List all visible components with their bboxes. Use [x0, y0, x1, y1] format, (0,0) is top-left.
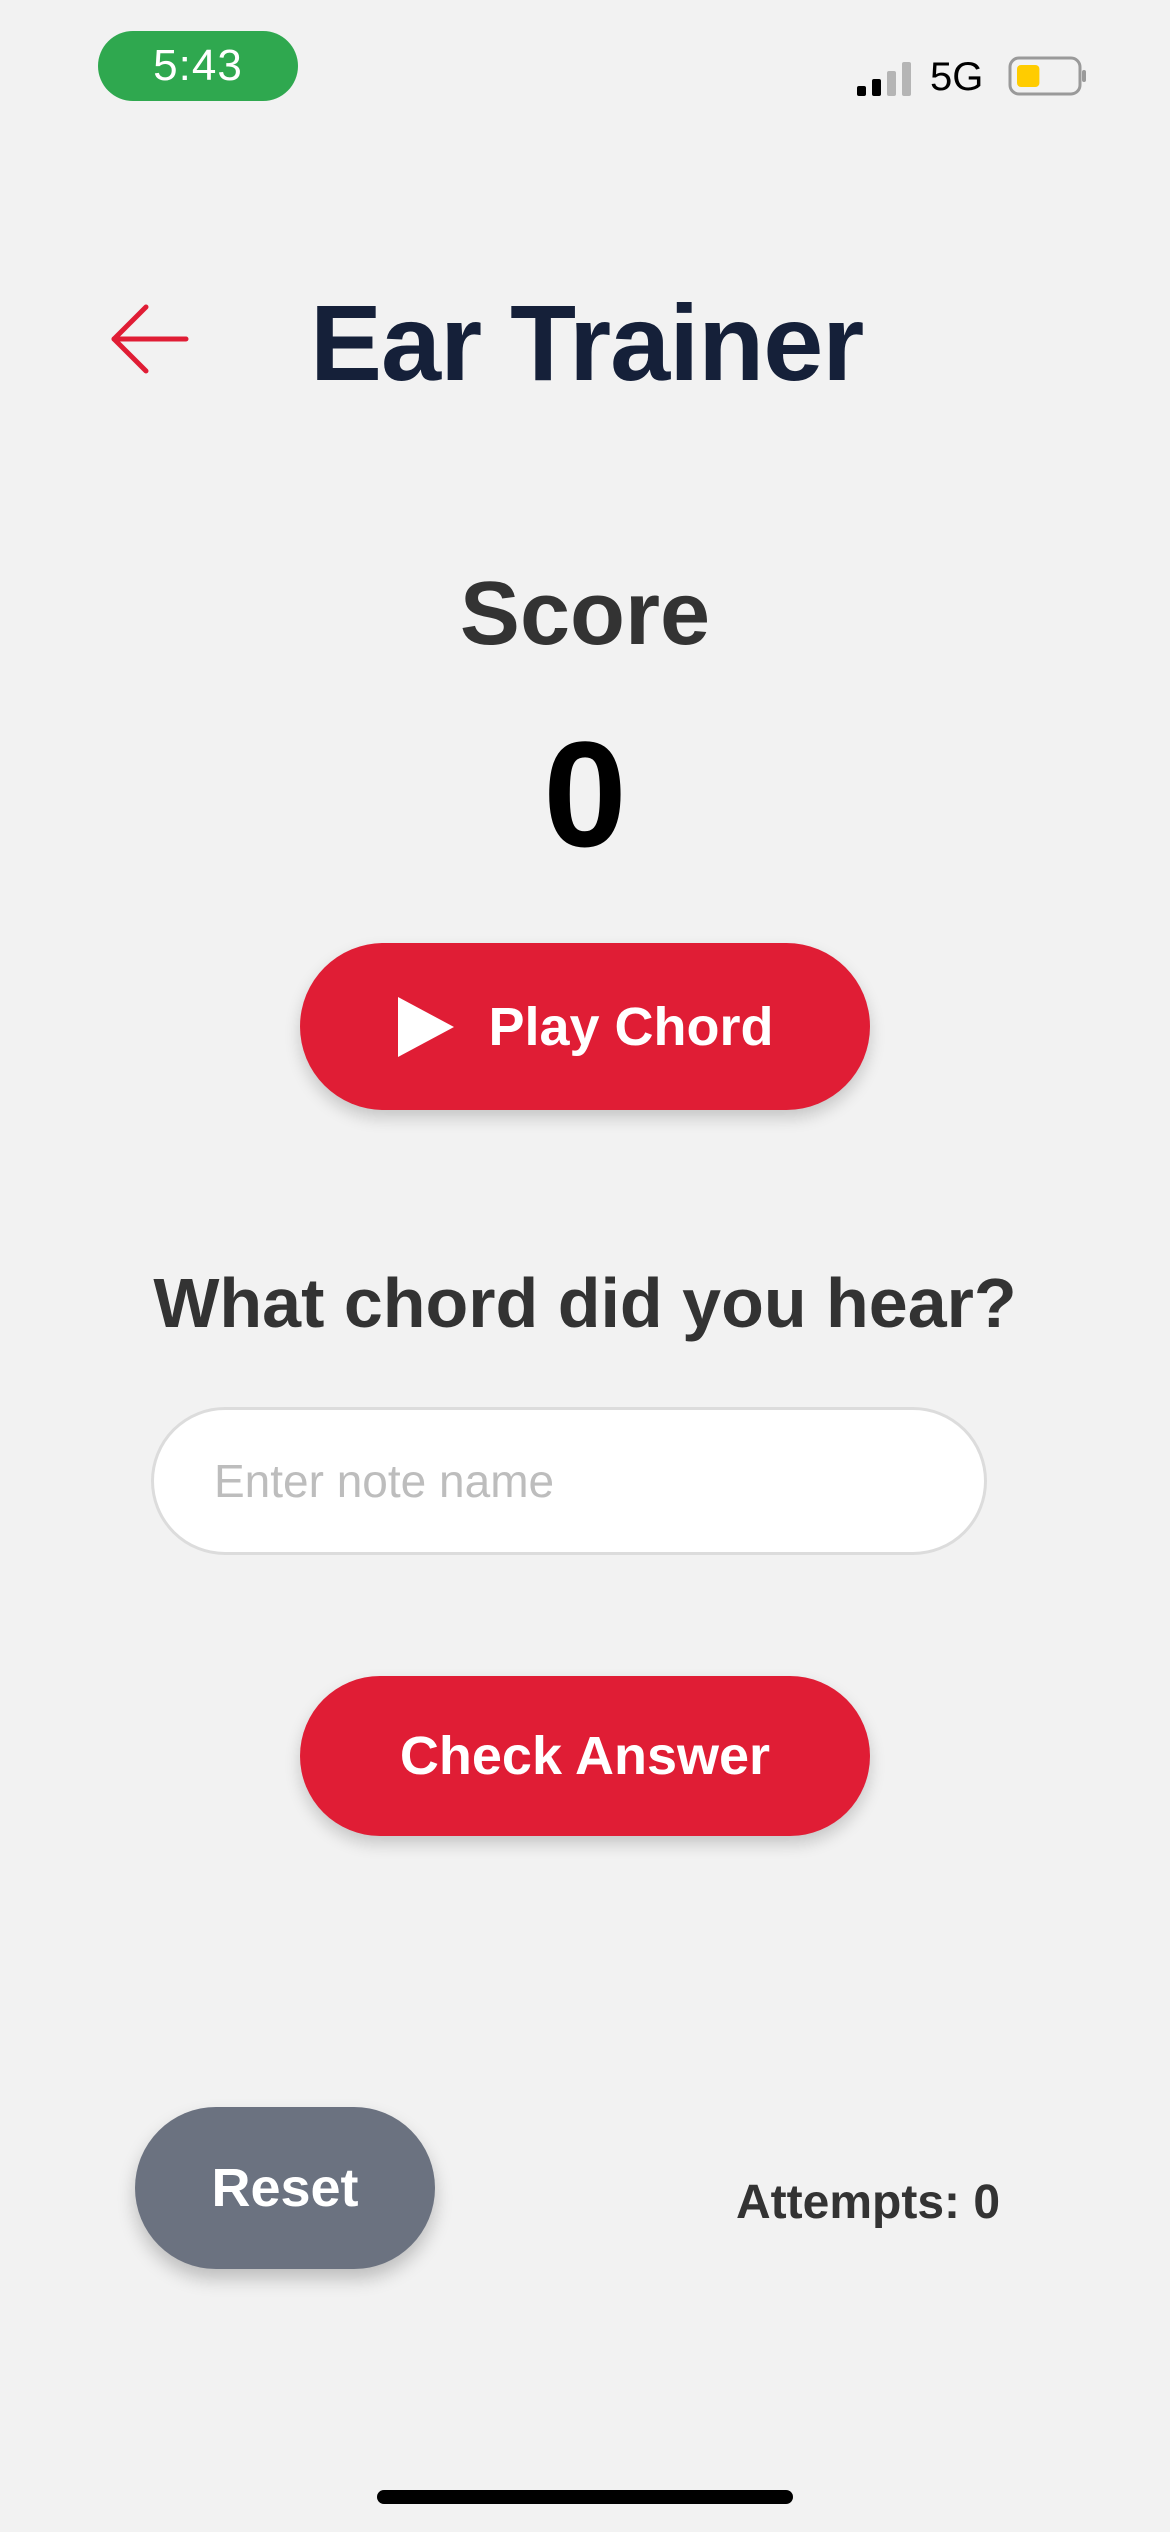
check-answer-label: Check Answer	[399, 1726, 771, 1786]
score-label: Score	[459, 564, 711, 664]
page-title: Ear Trainer	[310, 282, 864, 403]
network-type: 5G	[930, 55, 984, 99]
arrow-left-icon[interactable]	[108, 298, 190, 380]
question-prompt: What chord did you hear?	[153, 1264, 1017, 1342]
score-value: 0	[543, 710, 627, 878]
play-chord-button[interactable]: Play Chord	[300, 943, 870, 1110]
note-name-input[interactable]	[151, 1407, 987, 1555]
check-answer-button[interactable]: Check Answer	[300, 1676, 870, 1836]
play-chord-label: Play Chord	[488, 996, 774, 1057]
reset-button[interactable]: Reset	[135, 2107, 435, 2269]
attempts-counter: Attempts: 0	[736, 2176, 1001, 2229]
status-time: 5:43	[153, 41, 243, 90]
signal-strength-icon	[857, 62, 911, 96]
status-time-pill: 5:43	[98, 31, 298, 101]
home-indicator[interactable]	[377, 2490, 793, 2504]
battery-icon	[1008, 56, 1086, 96]
play-icon	[398, 996, 455, 1057]
reset-label: Reset	[211, 2158, 359, 2218]
